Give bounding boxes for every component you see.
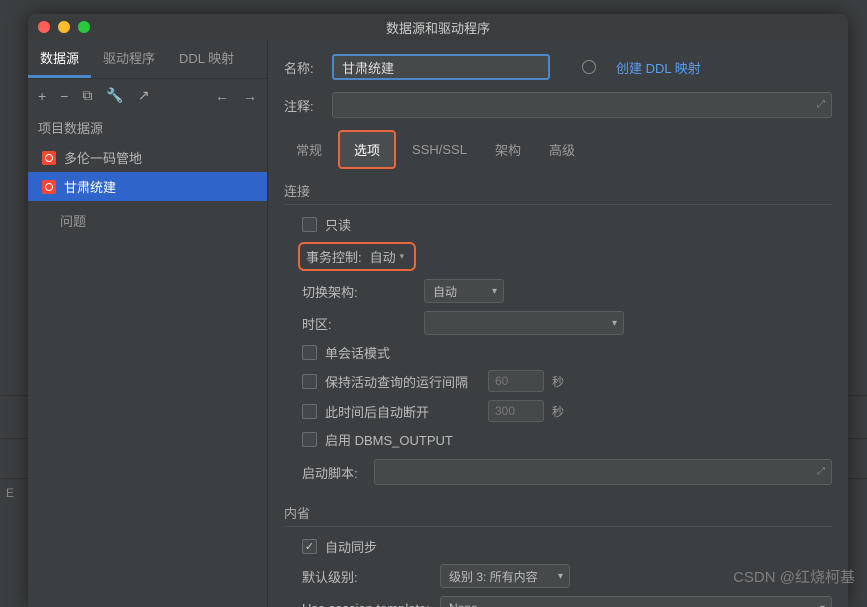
- session-tpl-label: Use session template:: [302, 601, 432, 607]
- create-ddl-link[interactable]: 创建 DDL 映射: [616, 58, 701, 77]
- keepalive-checkbox[interactable]: [302, 374, 317, 389]
- tx-dropdown[interactable]: 自动 ▾: [370, 247, 405, 266]
- forward-button[interactable]: →: [243, 88, 257, 104]
- introspection-section: 内省: [284, 503, 832, 522]
- maximize-icon[interactable]: [78, 21, 90, 33]
- keepalive-input[interactable]: [488, 370, 544, 392]
- disconnect-input[interactable]: [488, 400, 544, 422]
- sidebar: 数据源 驱动程序 DDL 映射 + − ⧉ 🔧 ↗ ← → 项目数据源 多伦一码…: [28, 40, 268, 607]
- comment-label: 注释:: [284, 96, 332, 115]
- keepalive-label: 保持活动查询的运行间隔: [325, 372, 480, 391]
- oracle-icon: [42, 151, 56, 165]
- clear-icon[interactable]: [582, 60, 596, 74]
- sidebar-tab-datasources[interactable]: 数据源: [28, 40, 91, 78]
- tx-label: 事务控制:: [306, 247, 362, 266]
- oracle-icon: [42, 180, 56, 194]
- comment-input[interactable]: ⤢: [332, 92, 832, 118]
- readonly-label: 只读: [325, 215, 415, 234]
- name-input[interactable]: [332, 54, 550, 80]
- disconnect-label: 此时间后自动断开: [325, 402, 480, 421]
- readonly-checkbox[interactable]: [302, 217, 317, 232]
- tab-ssh[interactable]: SSH/SSL: [400, 136, 479, 163]
- titlebar: 数据源和驱动程序: [28, 14, 848, 40]
- back-button[interactable]: ←: [215, 88, 229, 104]
- default-level-label: 默认级别:: [302, 567, 432, 586]
- tab-advanced[interactable]: 高级: [537, 134, 587, 165]
- timezone-label: 时区:: [302, 314, 392, 333]
- sidebar-tab-ddl[interactable]: DDL 映射: [167, 40, 246, 78]
- timezone-select[interactable]: [424, 311, 624, 335]
- watermark: CSDN @红烧柯基: [733, 566, 855, 587]
- ds-item-1[interactable]: 甘肃统建: [28, 172, 267, 201]
- dbms-output-label: 启用 DBMS_OUTPUT: [325, 430, 453, 449]
- chevron-down-icon: ▾: [400, 251, 405, 262]
- single-session-checkbox[interactable]: [302, 345, 317, 360]
- side-char: E: [6, 486, 14, 500]
- autosync-checkbox[interactable]: [302, 539, 317, 554]
- dialog-title: 数据源和驱动程序: [386, 18, 490, 37]
- expand-icon[interactable]: ⤢: [817, 99, 825, 110]
- startup-script-input[interactable]: ⤢: [374, 459, 832, 485]
- issues-label[interactable]: 问题: [28, 201, 267, 240]
- switch-schema-label: 切换架构:: [302, 282, 392, 301]
- remove-button[interactable]: −: [60, 88, 68, 104]
- disconnect-checkbox[interactable]: [302, 404, 317, 419]
- single-session-label: 单会话模式: [325, 343, 390, 362]
- copy-button[interactable]: ⧉: [82, 87, 92, 104]
- minimize-icon[interactable]: [58, 21, 70, 33]
- project-ds-label: 项目数据源: [28, 112, 267, 143]
- main-panel: 名称: 创建 DDL 映射 注释: ⤢ 常规 选项 SSH/SSL 架构 高级: [268, 40, 848, 607]
- ds-item-0[interactable]: 多伦一码管地: [28, 143, 267, 172]
- default-level-select[interactable]: 级别 3: 所有内容: [440, 564, 570, 588]
- sec-unit: 秒: [552, 373, 564, 390]
- ds-item-label: 多伦一码管地: [64, 148, 142, 167]
- expand-icon[interactable]: ⤢: [817, 466, 825, 477]
- startup-script-label: 启动脚本:: [302, 463, 362, 482]
- sec-unit: 秒: [552, 403, 564, 420]
- close-icon[interactable]: [38, 21, 50, 33]
- tx-control-highlight: 事务控制: 自动 ▾: [298, 242, 416, 271]
- tab-schemas[interactable]: 架构: [483, 134, 533, 165]
- switch-schema-select[interactable]: 自动: [424, 279, 504, 303]
- settings-button[interactable]: 🔧: [106, 87, 123, 104]
- dbms-output-checkbox[interactable]: [302, 432, 317, 447]
- ds-item-label: 甘肃统建: [64, 177, 116, 196]
- dialog: 数据源和驱动程序 数据源 驱动程序 DDL 映射 + − ⧉ 🔧 ↗ ← → 项…: [28, 14, 848, 607]
- add-button[interactable]: +: [38, 88, 46, 104]
- autosync-label: 自动同步: [325, 537, 377, 556]
- name-label: 名称:: [284, 58, 332, 77]
- connection-section: 连接: [284, 181, 832, 200]
- sidebar-tab-drivers[interactable]: 驱动程序: [91, 40, 167, 78]
- tab-options[interactable]: 选项: [338, 130, 396, 169]
- session-tpl-select[interactable]: None: [440, 596, 832, 607]
- tab-general[interactable]: 常规: [284, 134, 334, 165]
- external-button[interactable]: ↗: [138, 87, 150, 104]
